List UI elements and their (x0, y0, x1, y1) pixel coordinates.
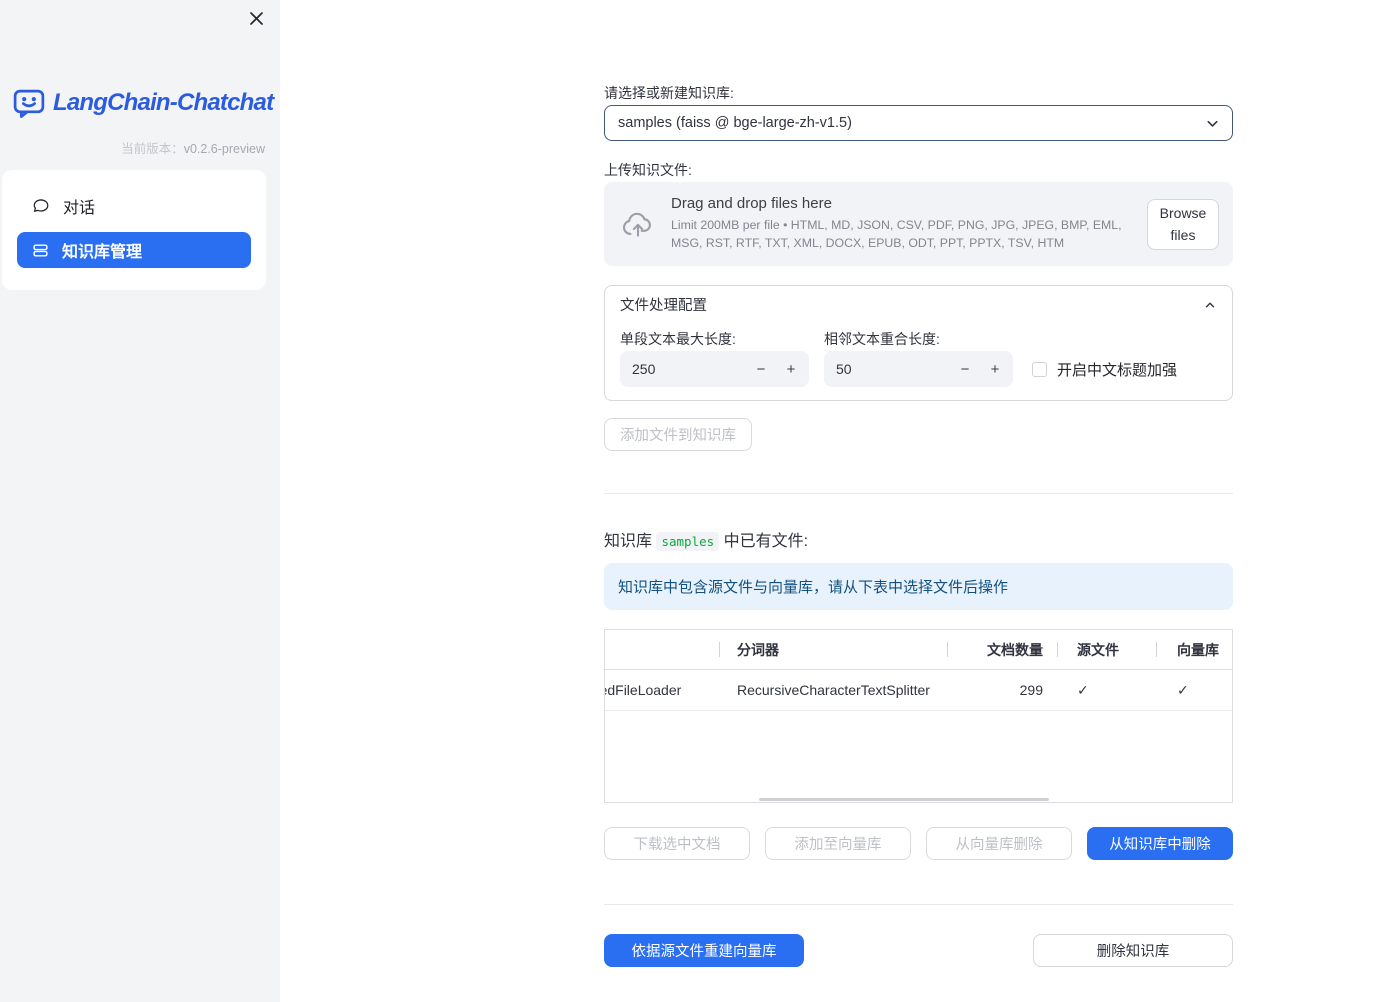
overlap-size-value: 50 (836, 361, 852, 377)
uploader-texts: Drag and drop files here Limit 200MB per… (671, 195, 1131, 253)
file-action-buttons: 下载选中文档 添加至向量库 从向量库删除 从知识库中删除 (604, 827, 1233, 860)
chunk-size-value: 250 (632, 361, 656, 377)
upload-label: 上传知识文件: (604, 162, 692, 178)
add-to-vector-store-button[interactable]: 添加至向量库 (765, 827, 911, 860)
divider (604, 493, 1233, 494)
version-label: 当前版本： (121, 142, 184, 156)
kb-select-label: 请选择或新建知识库: (604, 85, 734, 101)
add-files-button[interactable]: 添加文件到知识库 (604, 418, 752, 451)
cell-source-check[interactable]: ✓ (1057, 670, 1156, 710)
logo-text: LangChain-Chatchat (53, 89, 274, 116)
chunk-increment-button[interactable]: + (776, 351, 806, 387)
cell-splitter[interactable]: RecursiveCharacterTextSplitter (719, 670, 947, 710)
chunk-size-label: 单段文本最大长度: (620, 331, 736, 347)
expander-title: 文件处理配置 (620, 298, 707, 314)
zh-title-enhance-label: 开启中文标题加强 (1057, 361, 1178, 379)
delete-kb-button[interactable]: 删除知识库 (1033, 934, 1233, 967)
version-value: v0.2.6-preview (183, 142, 265, 156)
chevron-up-icon (1205, 302, 1215, 307)
kb-files-prefix: 知识库 (604, 533, 657, 550)
uploader-limit-text: Limit 200MB per file • HTML, MD, JSON, C… (671, 218, 1122, 250)
kb-action-buttons: 依据源文件重建向量库 删除知识库 (604, 934, 1233, 967)
overlap-decrement-button[interactable]: − (950, 351, 980, 387)
kb-files-text: 知识库 samples 中已有文件: (604, 527, 1233, 551)
overlap-increment-button[interactable]: + (980, 351, 1010, 387)
chunk-size-input[interactable]: 250 − + (620, 351, 809, 387)
table-header-row: 文档加载器 分词器 文档数量 源文件 向量库 (605, 630, 1232, 670)
chevron-down-icon (1207, 120, 1218, 127)
table-row[interactable]: UnstructuredFileLoader RecursiveCharacte… (605, 670, 1232, 711)
chat-bubble-icon (33, 199, 49, 212)
column-header-source[interactable]: 源文件 (1057, 630, 1156, 669)
sidebar-item-label: 对话 (63, 200, 96, 217)
column-header-vector[interactable]: 向量库 (1156, 630, 1232, 669)
cell-loader[interactable]: UnstructuredFileLoader (605, 670, 719, 710)
upload-cloud-icon (622, 212, 651, 237)
expander-header[interactable]: 文件处理配置 (605, 286, 1232, 323)
knowledge-base-icon (33, 243, 48, 257)
expander-body: 单段文本最大长度: 250 − + 相邻文本重合长度: 50 − + 开启中文标… (605, 323, 1232, 400)
app-logo: LangChain-Chatchat (12, 86, 274, 120)
chat-logo-icon (13, 89, 45, 118)
kb-name-code: samples (656, 532, 720, 551)
overlap-size-field: 相邻文本重合长度: 50 − + (824, 329, 1013, 387)
column-header-loader[interactable]: 文档加载器 (605, 630, 719, 669)
kb-files-table: 文档加载器 分词器 文档数量 源文件 向量库 UnstructuredFileL… (604, 629, 1233, 803)
uploader-title: Drag and drop files here (671, 195, 832, 213)
column-header-doc-count[interactable]: 文档数量 (947, 630, 1057, 669)
overlap-size-label: 相邻文本重合长度: (824, 331, 940, 347)
app-root: LangChain-Chatchat 当前版本：v0.2.6-preview 对… (0, 0, 1380, 1002)
table-inner: 文档加载器 分词器 文档数量 源文件 向量库 UnstructuredFileL… (605, 630, 1232, 711)
version-text: 当前版本：v0.2.6-preview (121, 138, 265, 157)
table-horizontal-scrollbar[interactable] (759, 798, 1049, 801)
kb-files-suffix: 中已有文件: (719, 533, 809, 550)
sidebar-nav: 对话 知识库管理 (2, 170, 266, 290)
file-uploader-dropzone[interactable]: Drag and drop files here Limit 200MB per… (604, 182, 1233, 266)
kb-select-value: samples (faiss @ bge-large-zh-v1.5) (618, 115, 852, 131)
zh-title-enhance-checkbox[interactable] (1032, 361, 1047, 377)
column-header-splitter[interactable]: 分词器 (719, 630, 947, 669)
delete-from-kb-button[interactable]: 从知识库中删除 (1087, 827, 1233, 860)
zh-title-enhance-field: 开启中文标题加强 (1032, 351, 1177, 387)
chunk-size-field: 单段文本最大长度: 250 − + (620, 329, 809, 387)
sidebar: LangChain-Chatchat 当前版本：v0.2.6-preview 对… (0, 0, 280, 1002)
sidebar-item-label: 知识库管理 (62, 244, 143, 261)
chunk-decrement-button[interactable]: − (746, 351, 776, 387)
delete-from-vector-button[interactable]: 从向量库删除 (926, 827, 1072, 860)
file-config-expander: 文件处理配置 单段文本最大长度: 250 − + 相邻文本重合长度: 50 − … (604, 285, 1233, 401)
browse-files-button[interactable]: Browse files (1147, 198, 1219, 250)
overlap-size-input[interactable]: 50 − + (824, 351, 1013, 387)
sidebar-item-knowledge-base[interactable]: 知识库管理 (17, 232, 251, 268)
sidebar-item-dialogue[interactable]: 对话 (17, 190, 251, 222)
close-icon (249, 11, 263, 25)
download-selected-button[interactable]: 下载选中文档 (604, 827, 750, 860)
divider (604, 904, 1233, 905)
info-banner: 知识库中包含源文件与向量库，请从下表中选择文件后操作 (604, 563, 1233, 610)
main-content: 请选择或新建知识库: samples (faiss @ bge-large-zh… (604, 0, 1233, 967)
cell-vector-check[interactable]: ✓ (1156, 670, 1232, 710)
close-sidebar-button[interactable] (245, 7, 267, 29)
cell-doc-count[interactable]: 299 (947, 670, 1057, 710)
kb-select[interactable]: samples (faiss @ bge-large-zh-v1.5) (604, 105, 1233, 141)
rebuild-vector-store-button[interactable]: 依据源文件重建向量库 (604, 934, 804, 967)
